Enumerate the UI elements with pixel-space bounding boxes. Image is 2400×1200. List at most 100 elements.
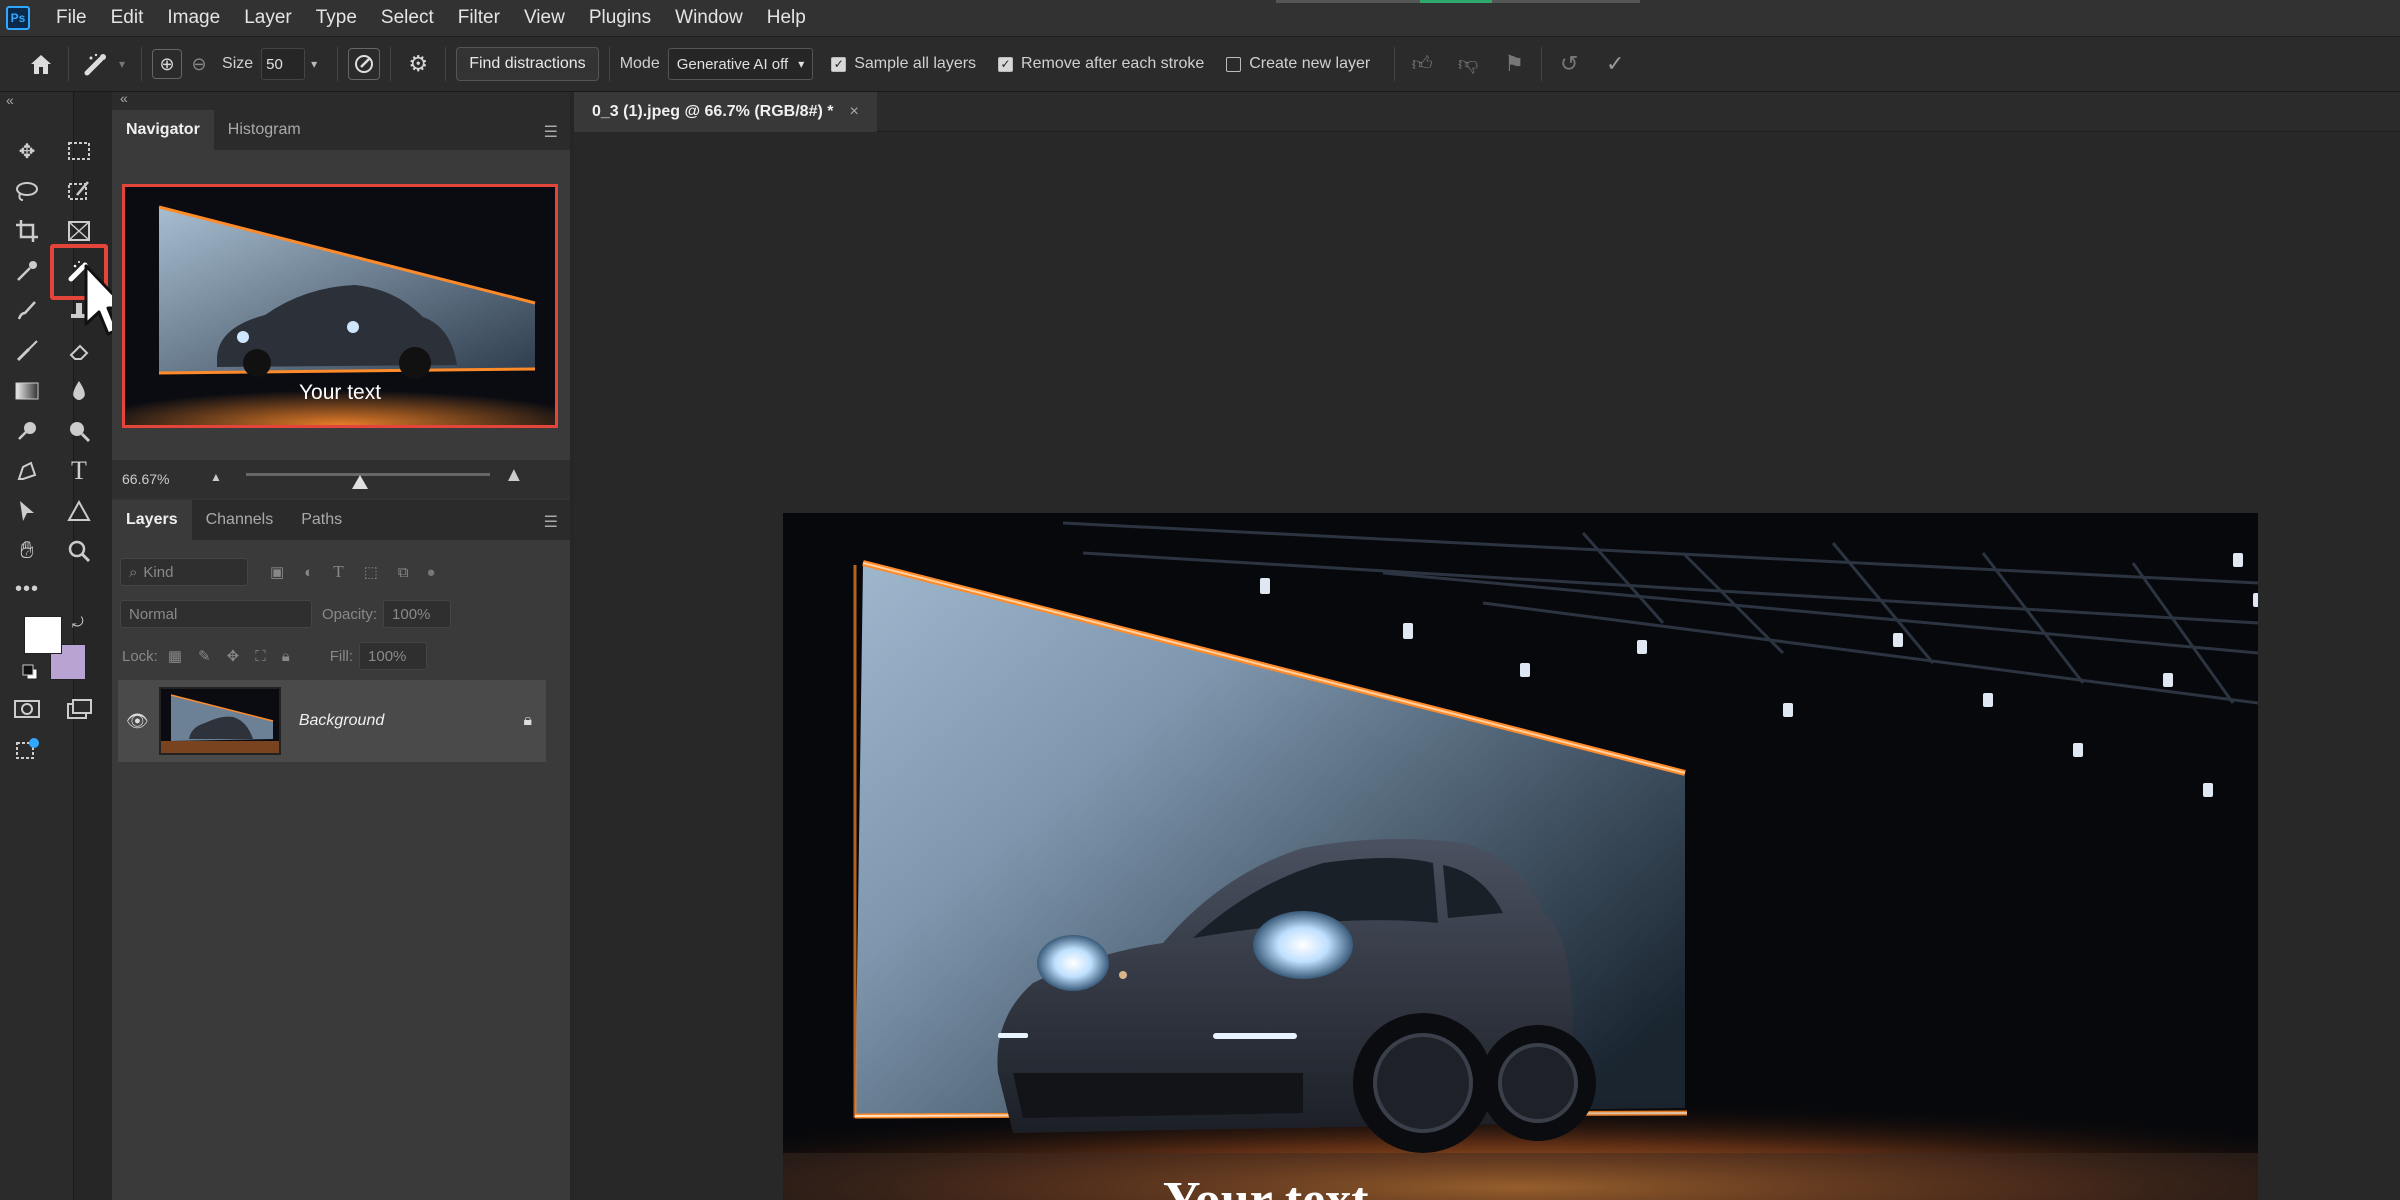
tab-layers[interactable]: Layers [112,500,192,540]
add-mode-icon[interactable]: ⊕ [152,49,183,79]
type-tool-icon[interactable]: T [62,454,96,488]
lock-image-icon[interactable]: ✎ [198,647,211,665]
menu-layer[interactable]: Layer [232,0,304,36]
mode-select[interactable]: Generative AI off ▾ [667,48,814,80]
filter-shape-icon[interactable]: ⬚ [364,563,378,581]
panel-menu-icon[interactable]: ☰ [544,512,558,532]
menu-filter[interactable]: Filter [446,0,512,36]
lock-artboard-icon[interactable]: ⛶ [255,648,266,665]
object-selection-tool-icon[interactable] [62,174,96,208]
fill-input[interactable]: 100% [359,642,428,670]
swap-colors-icon[interactable]: ⤾ [72,614,84,631]
filter-smart-object-icon[interactable]: ⧉ [398,564,409,581]
lock-transparent-icon[interactable]: ▦ [168,647,182,665]
flag-icon[interactable]: ⚑ [1497,47,1531,81]
chevron-down-icon[interactable]: ▾ [119,57,125,71]
home-icon[interactable] [24,47,58,81]
zoom-slider-thumb[interactable] [352,475,368,489]
close-icon[interactable]: × [849,103,858,121]
canvas-text-layer: Your text [1163,1171,1463,1200]
tab-paths[interactable]: Paths [287,500,356,540]
screen-mode-icon[interactable] [62,692,96,726]
history-brush-tool-icon[interactable] [10,334,44,368]
remove-tool-preset-icon[interactable] [79,47,113,81]
document-tab-title: 0_3 (1).jpeg @ 66.7% (RGB/8#) * [592,103,834,120]
menu-file[interactable]: File [44,0,99,36]
hand-tool-icon[interactable]: ✋︎ [10,534,44,568]
tab-navigator[interactable]: Navigator [112,110,214,150]
zoom-in-icon[interactable]: ▲ [504,464,524,487]
filter-type-icon[interactable]: T [333,562,343,582]
document-tab[interactable]: 0_3 (1).jpeg @ 66.7% (RGB/8#) * × [574,92,877,132]
tab-channels[interactable]: Channels [192,500,288,540]
frame-tool-icon[interactable] [62,214,96,248]
navigator-preview[interactable]: Your text [122,184,558,428]
blur-tool-icon[interactable] [62,374,96,408]
lock-all-icon[interactable]: 🔒︎ [282,648,290,665]
sample-all-layers-checkbox[interactable]: ✓ [831,56,847,72]
gradient-tool-icon[interactable] [10,374,44,408]
pen-tool-icon[interactable] [10,454,44,488]
crop-tool-icon[interactable] [10,214,44,248]
zoom-out-icon[interactable]: ▲ [210,470,222,484]
menu-window[interactable]: Window [663,0,755,36]
filter-adjustment-icon[interactable]: ◐ [304,564,313,581]
panel-menu-icon[interactable]: ☰ [544,122,558,142]
filter-pixel-icon[interactable]: ▣ [270,563,284,581]
marquee-tool-icon[interactable] [62,134,96,168]
size-input[interactable]: 50 [261,48,306,80]
eye-visibility-icon[interactable]: 👁︎ [126,711,149,732]
menu-help[interactable]: Help [755,0,818,36]
default-colors-icon[interactable] [22,664,38,680]
zoom-tool-icon[interactable] [62,534,96,568]
find-distractions-button[interactable]: Find distractions [456,47,599,81]
tab-histogram[interactable]: Histogram [214,110,315,150]
lasso-tool-icon[interactable] [10,174,44,208]
sponge-tool-icon[interactable] [62,414,96,448]
menu-edit[interactable]: Edit [99,0,156,36]
opacity-input[interactable]: 100% [383,600,452,628]
zoom-value[interactable]: 66.67% [122,471,169,487]
menu-plugins[interactable]: Plugins [577,0,663,36]
shape-tool-icon[interactable] [62,494,96,528]
lock-position-icon[interactable]: ✥ [227,647,240,665]
remove-after-stroke-checkbox[interactable]: ✓ [998,56,1014,72]
commit-check-icon[interactable]: ✓ [1598,47,1632,81]
kind-filter[interactable]: ⌕ Kind [120,558,248,586]
select-subject-icon[interactable] [10,732,44,766]
menu-select[interactable]: Select [369,0,446,36]
collapse-icon[interactable]: « [6,92,14,108]
navigator-tabs: Navigator Histogram ☰ [112,110,570,150]
filter-toggle-icon[interactable]: ● [427,564,436,581]
layer-name[interactable]: Background [299,712,384,730]
separator [1394,47,1396,81]
thumbs-up-icon[interactable]: 👍︎ [1405,47,1439,81]
create-new-layer-checkbox[interactable] [1226,56,1242,72]
collapse-panels-icon[interactable]: « [120,90,128,106]
undo-icon[interactable]: ↺ [1552,47,1586,81]
document-canvas[interactable]: Your text [783,513,2258,1200]
size-dropdown-icon[interactable]: ▾ [311,57,317,71]
opacity-label: Opacity: [322,605,378,623]
thumbs-down-icon[interactable]: 👎︎ [1451,47,1485,81]
menu-view[interactable]: View [512,0,577,36]
move-tool-icon[interactable]: ✥ [10,134,44,168]
menu-image[interactable]: Image [155,0,232,36]
gear-icon[interactable]: ⚙ [401,47,435,81]
zoom-slider-track[interactable] [246,473,490,476]
brush-tool-icon[interactable] [10,294,44,328]
layers-panel: Layers Channels Paths ☰ ⌕ Kind ▣ ◐ T ⬚ ⧉… [112,500,570,1200]
blend-mode-select[interactable]: Normal [120,600,312,628]
eyedropper-tool-icon[interactable] [10,254,44,288]
layer-lock-icon[interactable]: 🔒︎ [523,712,532,730]
path-selection-tool-icon[interactable] [10,494,44,528]
menu-type[interactable]: Type [304,0,369,36]
fill-value: 100% [368,647,407,665]
layer-row-background[interactable]: 👁︎ Background 🔒︎ [118,680,546,762]
subtract-mode-icon[interactable]: ⊖ [182,47,216,81]
quick-mask-icon[interactable] [10,692,44,726]
dodge-tool-icon[interactable] [10,414,44,448]
more-tools-icon[interactable]: ••• [10,572,44,606]
create-new-layer-label: Create new layer [1249,55,1371,72]
pressure-icon[interactable] [348,48,381,80]
